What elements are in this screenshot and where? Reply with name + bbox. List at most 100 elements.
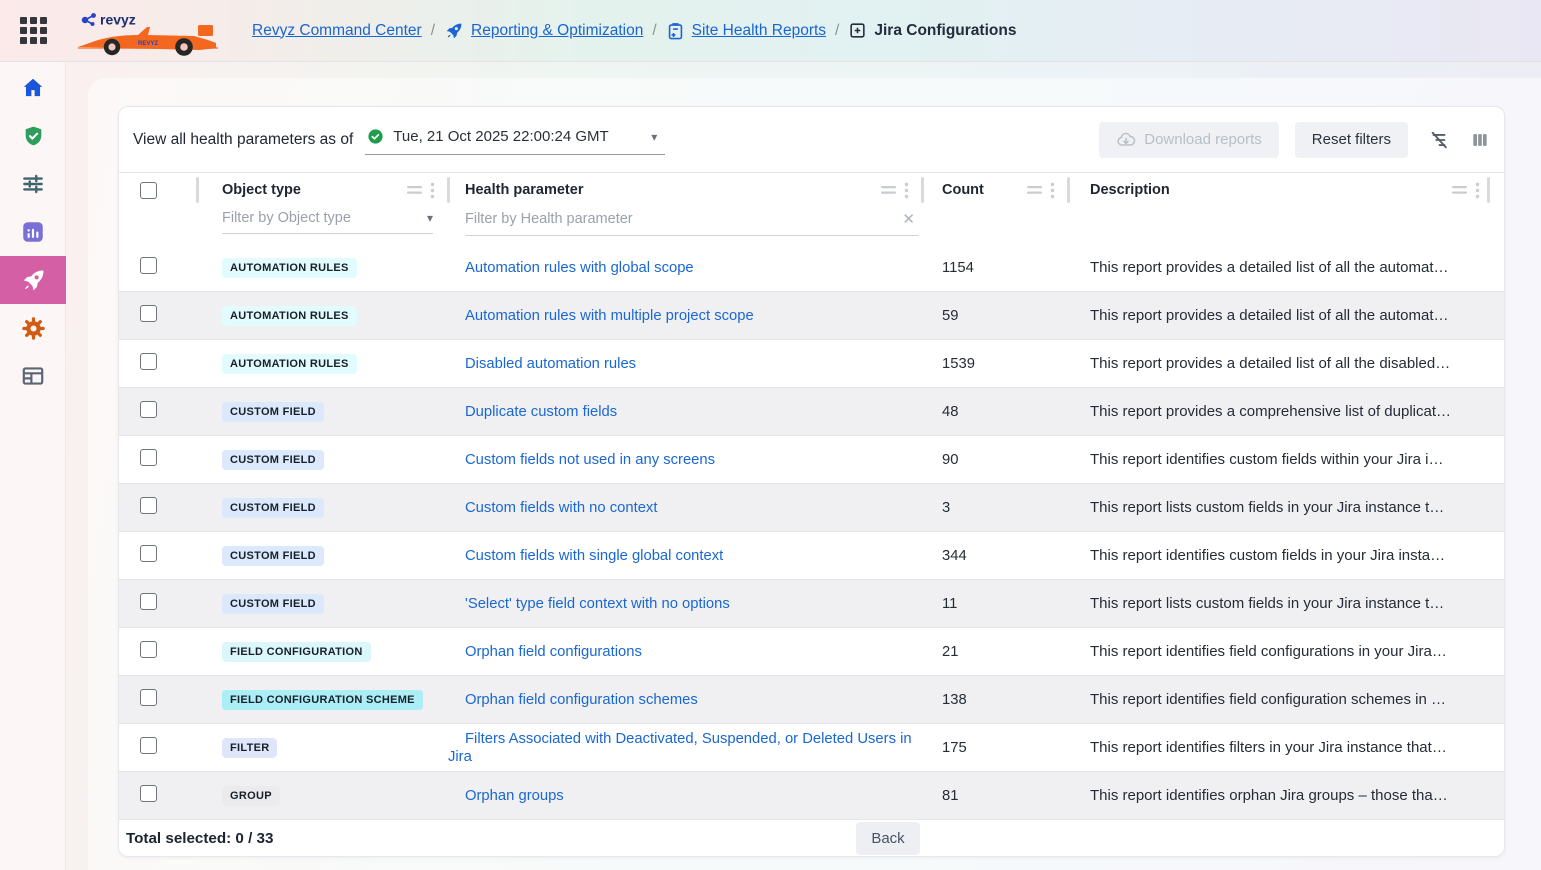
breadcrumb-current-page: Jira Configurations bbox=[874, 22, 1016, 40]
sidebar-item-home[interactable] bbox=[0, 64, 66, 112]
health-reports-card: View all health parameters as of Tue, 21… bbox=[118, 106, 1505, 857]
sidebar-item-analytics[interactable] bbox=[0, 208, 66, 256]
object-type-badge: CUSTOM FIELD bbox=[222, 498, 324, 518]
sidebar-item-reporting-active[interactable] bbox=[0, 256, 66, 304]
count-value: 21 bbox=[922, 644, 1068, 660]
health-parameter-link[interactable]: 'Select' type field context with no opti… bbox=[465, 596, 730, 612]
row-checkbox[interactable] bbox=[140, 737, 157, 754]
kebab-menu-icon[interactable] bbox=[1050, 182, 1055, 199]
table-body: AUTOMATION RULES Automation rules with g… bbox=[119, 244, 1504, 820]
health-parameter-link[interactable]: Automation rules with multiple project s… bbox=[465, 308, 754, 324]
sidebar-item-settings[interactable] bbox=[0, 304, 66, 352]
table-row: CUSTOM FIELD Duplicate custom fields 48 … bbox=[119, 388, 1504, 436]
row-checkbox[interactable] bbox=[140, 593, 157, 610]
revyz-logo[interactable]: revyz REVYZ bbox=[76, 9, 222, 57]
description-text: This report provides a detailed list of … bbox=[1068, 355, 1504, 372]
app-launcher-button[interactable] bbox=[0, 17, 66, 44]
row-checkbox[interactable] bbox=[140, 689, 157, 706]
object-type-filter-select[interactable]: ▾ bbox=[222, 210, 433, 234]
health-parameter-link[interactable]: Duplicate custom fields bbox=[465, 404, 617, 420]
health-parameter-link[interactable]: Custom fields with single global context bbox=[465, 548, 723, 564]
row-checkbox[interactable] bbox=[140, 545, 157, 562]
row-checkbox[interactable] bbox=[140, 497, 157, 514]
health-parameter-link[interactable]: Orphan groups bbox=[465, 788, 564, 804]
description-text: This report identifies orphan Jira group… bbox=[1068, 787, 1504, 804]
row-checkbox[interactable] bbox=[140, 353, 157, 370]
add-box-icon bbox=[848, 21, 867, 40]
health-parameter-link[interactable]: Automation rules with global scope bbox=[465, 260, 694, 276]
health-parameter-link[interactable]: Filters Associated with Deactivated, Sus… bbox=[448, 731, 912, 765]
breadcrumb-reporting-link[interactable]: Reporting & Optimization bbox=[471, 22, 643, 40]
count-value: 1539 bbox=[922, 356, 1068, 372]
table-row: AUTOMATION RULES Disabled automation rul… bbox=[119, 340, 1504, 388]
count-value: 90 bbox=[922, 452, 1068, 468]
row-checkbox[interactable] bbox=[140, 785, 157, 802]
object-type-badge: CUSTOM FIELD bbox=[222, 594, 324, 614]
table-row: AUTOMATION RULES Automation rules with m… bbox=[119, 292, 1504, 340]
home-icon bbox=[20, 75, 46, 101]
breadcrumb: Revyz Command Center / Reporting & Optim… bbox=[252, 21, 1016, 41]
column-header-count[interactable]: Count bbox=[922, 182, 984, 198]
cloud-download-icon bbox=[1116, 130, 1136, 150]
columns-icon bbox=[1470, 130, 1490, 150]
main-area: View all health parameters as of Tue, 21… bbox=[66, 62, 1541, 870]
table-footer: Total selected: 0 / 33 Back bbox=[119, 820, 1504, 856]
drag-handle-icon[interactable] bbox=[1452, 185, 1467, 195]
health-parameter-link[interactable]: Orphan field configuration schemes bbox=[465, 692, 698, 708]
column-header-object-type[interactable]: Object type bbox=[197, 182, 301, 198]
column-header-description[interactable]: Description bbox=[1068, 182, 1170, 198]
row-checkbox[interactable] bbox=[140, 305, 157, 322]
breadcrumb-site-health-link[interactable]: Site Health Reports bbox=[692, 22, 826, 40]
total-selected-label: Total selected: 0 / 33 bbox=[126, 830, 273, 847]
health-parameter-link[interactable]: Orphan field configurations bbox=[465, 644, 642, 660]
sidebar-item-configure[interactable] bbox=[0, 160, 66, 208]
row-checkbox[interactable] bbox=[140, 641, 157, 658]
health-parameter-link[interactable]: Disabled automation rules bbox=[465, 356, 636, 372]
count-value: 3 bbox=[922, 500, 1068, 516]
kebab-menu-icon[interactable] bbox=[430, 182, 435, 199]
clear-all-filters-button[interactable] bbox=[1428, 129, 1450, 151]
breadcrumb-command-center-link[interactable]: Revyz Command Center bbox=[252, 22, 422, 40]
table-row: FIELD CONFIGURATION Orphan field configu… bbox=[119, 628, 1504, 676]
row-checkbox[interactable] bbox=[140, 449, 157, 466]
health-parameter-link[interactable]: Custom fields not used in any screens bbox=[465, 452, 715, 468]
object-type-filter-input[interactable] bbox=[222, 210, 427, 226]
column-settings-button[interactable] bbox=[1470, 130, 1490, 150]
table-row: CUSTOM FIELD Custom fields not used in a… bbox=[119, 436, 1504, 484]
object-type-badge: CUSTOM FIELD bbox=[222, 402, 324, 422]
description-text: This report identifies custom fields in … bbox=[1068, 547, 1504, 564]
row-checkbox[interactable] bbox=[140, 257, 157, 274]
description-text: This report identifies custom fields wit… bbox=[1068, 451, 1504, 468]
kebab-menu-icon[interactable] bbox=[904, 182, 909, 199]
breadcrumb-separator: / bbox=[835, 22, 839, 40]
row-checkbox[interactable] bbox=[140, 401, 157, 418]
select-all-checkbox[interactable] bbox=[140, 182, 157, 199]
gear-icon bbox=[20, 315, 47, 342]
sidebar-item-records[interactable] bbox=[0, 352, 66, 400]
sidebar-item-protection[interactable] bbox=[0, 112, 66, 160]
drag-handle-icon[interactable] bbox=[407, 185, 422, 195]
sidebar bbox=[0, 62, 66, 870]
table-row: CUSTOM FIELD 'Select' type field context… bbox=[119, 580, 1504, 628]
description-text: This report provides a comprehensive lis… bbox=[1068, 403, 1504, 420]
count-value: 175 bbox=[922, 740, 1068, 756]
back-button[interactable]: Back bbox=[856, 822, 920, 855]
bar-chart-icon bbox=[20, 219, 46, 245]
snapshot-date-select[interactable]: Tue, 21 Oct 2025 22:00:24 GMT ▾ bbox=[365, 124, 665, 155]
health-parameter-filter-input[interactable] bbox=[465, 211, 898, 227]
drag-handle-icon[interactable] bbox=[881, 185, 896, 195]
object-type-badge: AUTOMATION RULES bbox=[222, 306, 357, 326]
count-value: 138 bbox=[922, 692, 1068, 708]
drag-handle-icon[interactable] bbox=[1027, 185, 1042, 195]
table-row: AUTOMATION RULES Automation rules with g… bbox=[119, 244, 1504, 292]
reset-filters-button[interactable]: Reset filters bbox=[1295, 122, 1408, 158]
download-reports-button[interactable]: Download reports bbox=[1099, 122, 1279, 158]
clear-input-icon[interactable]: ✕ bbox=[898, 210, 919, 228]
health-parameter-link[interactable]: Custom fields with no context bbox=[465, 500, 657, 516]
description-text: This report provides a detailed list of … bbox=[1068, 307, 1504, 324]
object-type-badge: CUSTOM FIELD bbox=[222, 546, 324, 566]
column-header-health-parameter[interactable]: Health parameter bbox=[448, 182, 583, 198]
object-type-badge: CUSTOM FIELD bbox=[222, 450, 324, 470]
kebab-menu-icon[interactable] bbox=[1475, 182, 1480, 199]
table-filter-row: ▾ ✕ bbox=[119, 208, 1504, 244]
